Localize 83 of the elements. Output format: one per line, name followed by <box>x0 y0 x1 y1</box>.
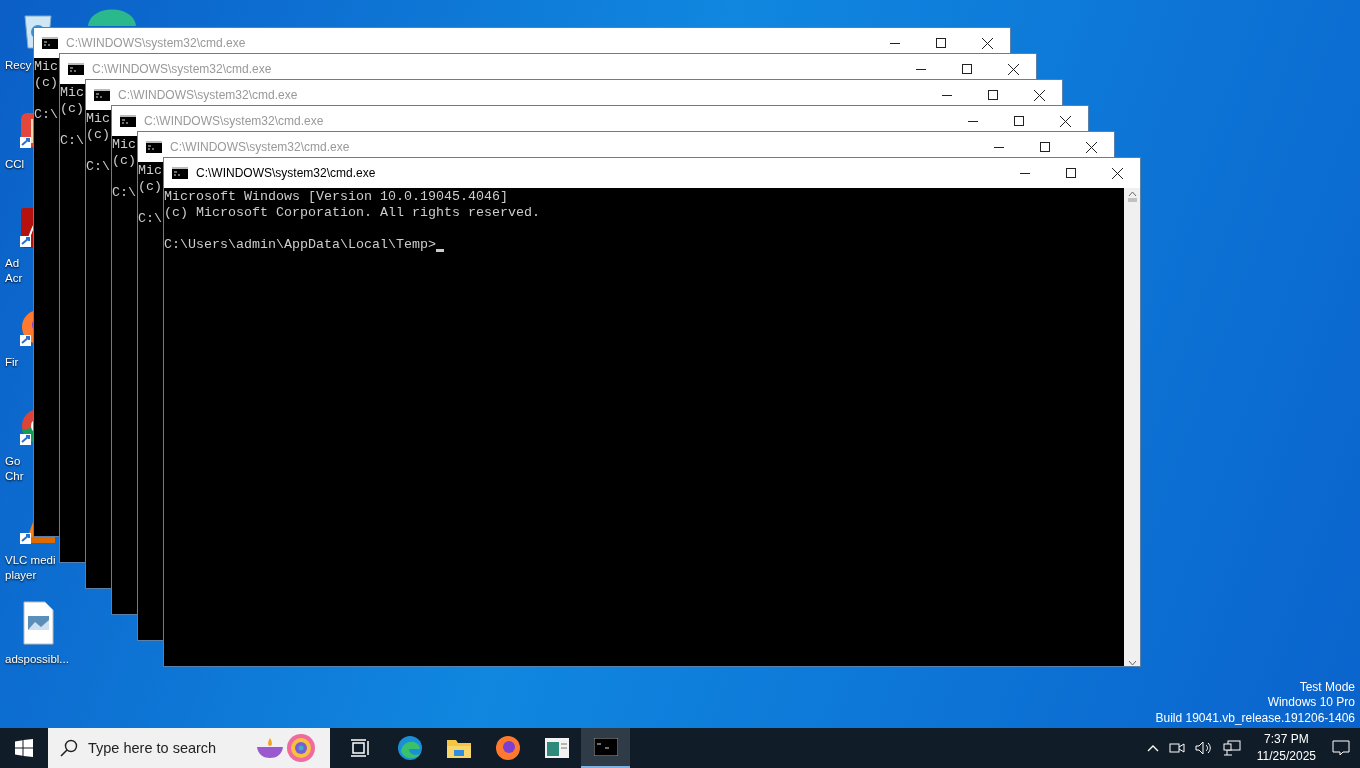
close-icon <box>1033 89 1045 101</box>
console-line: Mic <box>60 85 84 101</box>
search-bar[interactable]: Type here to search <box>48 728 330 768</box>
folder-icon <box>445 737 472 759</box>
console-prompt: C:\ <box>86 159 110 175</box>
maximize-icon <box>1040 142 1050 152</box>
desktop-icon-label[interactable]: adspossibl... <box>5 652 69 667</box>
console-prompt: C:\ <box>34 107 58 123</box>
command-prompt-icon <box>172 167 188 179</box>
minimize-icon <box>994 146 1004 148</box>
minimize-icon <box>1020 172 1030 174</box>
volume-icon[interactable] <box>1194 741 1213 755</box>
console-line: (c) <box>60 101 84 117</box>
minimize-icon <box>916 68 926 70</box>
flower-ornament-icon <box>285 732 317 764</box>
console-prompt: C:\ <box>138 211 162 227</box>
maximize-icon <box>1066 168 1076 178</box>
network-icon[interactable] <box>1222 740 1241 756</box>
clock-date[interactable]: 11/25/2025 <box>1256 748 1316 765</box>
console-line: Mic <box>138 163 162 179</box>
console-prompt: C:\Users\admin\AppData\Local\Temp> <box>164 237 436 253</box>
desktop-icon-label[interactable]: Recy <box>5 58 32 73</box>
desktop-icon-label[interactable]: Acr <box>5 271 23 286</box>
edge-icon <box>396 735 423 761</box>
window-title: C:\WINDOWS\system32\cmd.exe <box>118 88 299 102</box>
command-prompt-icon <box>94 89 110 101</box>
maximize-icon <box>988 90 998 100</box>
minimize-icon <box>890 42 900 44</box>
firefox-icon <box>494 735 521 761</box>
minimize-icon <box>968 120 978 122</box>
close-icon <box>1085 141 1097 153</box>
system-info-text: Build 19041.vb_release.191206-1406 <box>1155 710 1355 726</box>
console-prompt: C:\ <box>60 133 84 149</box>
command-prompt-icon <box>120 115 136 127</box>
command-prompt-icon <box>593 738 618 756</box>
desktop-icon-label[interactable]: Ad <box>5 256 20 271</box>
system-info-text: Windows 10 Pro <box>1267 695 1355 711</box>
console-line: (c) <box>86 127 110 143</box>
minimize-icon <box>942 94 952 96</box>
oil-lamp-icon <box>255 737 285 759</box>
task-view-icon <box>350 739 371 757</box>
taskbar-app-button[interactable] <box>581 728 630 768</box>
chevron-up-icon[interactable] <box>1146 744 1159 752</box>
search-icon <box>60 739 78 757</box>
close-icon <box>1111 167 1123 179</box>
console-line: (c) <box>112 153 136 169</box>
console-line: Microsoft Windows [Version 10.0.19045.4046] <box>164 189 508 205</box>
console-line: Mic <box>112 137 136 153</box>
window-title: C:\WINDOWS\system32\cmd.exe <box>144 114 325 128</box>
command-prompt-icon <box>42 37 58 49</box>
notification-icon[interactable] <box>1332 740 1350 756</box>
command-prompt-icon <box>68 63 84 75</box>
console-line: (c) Microsoft Corporation. All rights reserved. <box>164 205 540 221</box>
window-title: C:\WINDOWS\system32\cmd.exe <box>196 166 377 180</box>
window-title: C:\WINDOWS\system32\cmd.exe <box>66 36 247 50</box>
maximize-icon <box>962 64 972 74</box>
text-cursor <box>435 249 444 252</box>
desktop-icon-label[interactable]: Chr <box>5 469 24 484</box>
console-line: (c) <box>138 179 162 195</box>
desktop-icon-label[interactable]: Go <box>5 454 21 469</box>
console-line: (c) <box>34 75 58 91</box>
console-line: Mic <box>86 111 110 127</box>
desktop-icon-label[interactable]: player <box>5 568 37 583</box>
desktop-icon-label[interactable]: VLC medi <box>5 553 56 568</box>
clock-time[interactable]: 7:37 PM <box>1264 731 1309 748</box>
system-info-text: Test Mode <box>1299 679 1355 695</box>
desktop-icon-label[interactable]: CCl <box>5 157 25 172</box>
command-prompt-icon <box>146 141 162 153</box>
window-title: C:\WINDOWS\system32\cmd.exe <box>170 140 351 154</box>
scroll-bar[interactable] <box>1124 188 1140 666</box>
window-title: C:\WINDOWS\system32\cmd.exe <box>92 62 273 76</box>
maximize-icon <box>936 38 946 48</box>
camera-icon[interactable] <box>1168 741 1185 755</box>
window-app-icon <box>544 738 569 758</box>
maximize-icon <box>1014 116 1024 126</box>
close-icon <box>981 37 993 49</box>
close-icon <box>1007 63 1019 75</box>
console-line: Mic <box>34 59 58 75</box>
desktop-icon-label[interactable]: Fir <box>5 355 19 370</box>
windows-logo-icon <box>15 739 33 757</box>
close-icon <box>1059 115 1071 127</box>
search-field[interactable]: Type here to search <box>86 739 255 757</box>
console-prompt: C:\ <box>112 185 136 201</box>
